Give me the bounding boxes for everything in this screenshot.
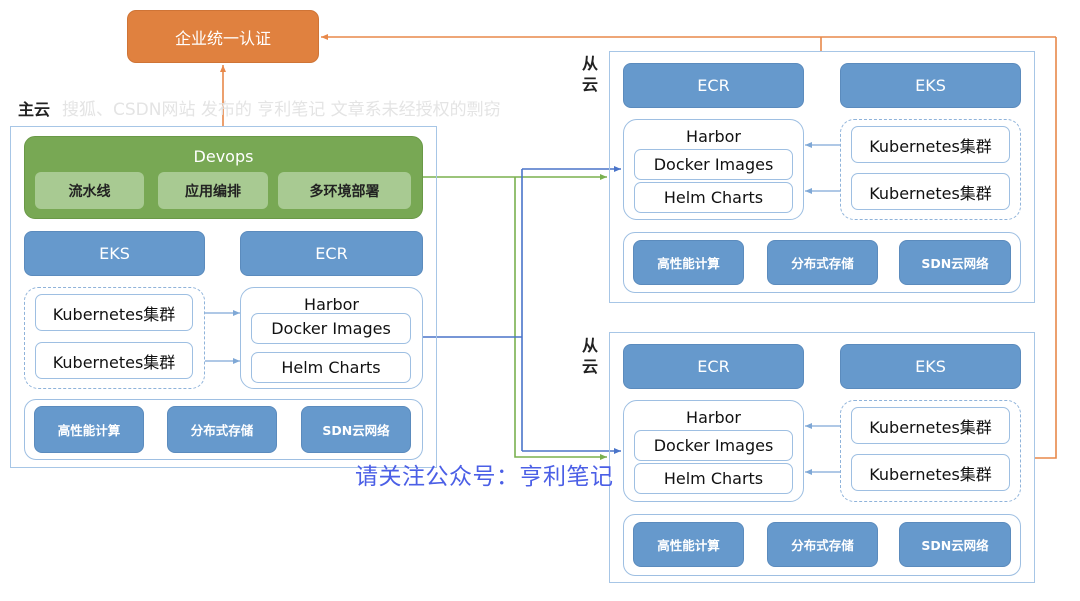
- slave-2-docker-images: Docker Images: [634, 430, 793, 461]
- enterprise-auth-box: 企业统一认证: [127, 10, 319, 63]
- slave-cloud-2-label: 从云: [582, 336, 599, 376]
- slave-2-helm-charts: Helm Charts: [634, 463, 793, 494]
- slave-1-k8s-cluster-2: Kubernetes集群: [851, 173, 1010, 210]
- slave-1-harbor-title: Harbor: [686, 126, 741, 146]
- main-k8s-cluster-2: Kubernetes集群: [35, 342, 193, 379]
- slave-1-eks-box: EKS: [840, 63, 1021, 108]
- main-infra-storage: 分布式存储: [167, 406, 277, 453]
- main-docker-images: Docker Images: [251, 313, 411, 344]
- slave-cloud-2-region: ECR EKS Harbor Docker Images Helm Charts…: [609, 332, 1035, 583]
- slave-2-infra-hpc: 高性能计算: [633, 522, 744, 567]
- blue-watermark: 请关注公众号：亨利笔记: [355, 464, 614, 490]
- main-harbor-title: Harbor: [304, 294, 359, 314]
- slave-1-helm-charts: Helm Charts: [634, 182, 793, 213]
- main-k8s-cluster-1: Kubernetes集群: [35, 294, 193, 331]
- slave-cloud-1-label: 从云: [582, 54, 599, 94]
- slave-1-infra-sdn: SDN云网络: [899, 240, 1011, 285]
- devops-item-orchestration: 应用编排: [158, 172, 268, 209]
- main-ecr-box: ECR: [240, 231, 423, 276]
- enterprise-auth-label: 企业统一认证: [174, 28, 271, 48]
- main-eks-box: EKS: [24, 231, 205, 276]
- main-infra-sdn: SDN云网络: [301, 406, 411, 453]
- devops-link-slave-2: [514, 177, 607, 460]
- slave-cloud-1-region: ECR EKS Harbor Docker Images Helm Charts…: [609, 51, 1035, 303]
- auth-link-slave-2: [1035, 37, 1057, 459]
- slave-1-infra-storage: 分布式存储: [767, 240, 878, 285]
- devops-item-pipeline: 流水线: [35, 172, 144, 209]
- slave-2-eks-box: EKS: [840, 344, 1021, 389]
- slave-2-k8s-cluster-1: Kubernetes集群: [851, 407, 1010, 444]
- slave-1-infra-hpc: 高性能计算: [633, 240, 744, 285]
- slave-2-harbor-title: Harbor: [686, 407, 741, 427]
- devops-title: Devops: [193, 146, 254, 166]
- main-cloud-label: 主云: [18, 100, 51, 119]
- slave-2-infra-storage: 分布式存储: [767, 522, 878, 567]
- devops-item-multi-env-deploy: 多环境部署: [278, 172, 411, 209]
- gray-watermark: 搜狐、CSDN网站 发布的 亨利笔记 文章系未经授权的剽窃: [62, 100, 501, 120]
- slave-2-infra-sdn: SDN云网络: [899, 522, 1011, 567]
- slave-2-k8s-cluster-2: Kubernetes集群: [851, 454, 1010, 491]
- slave-1-k8s-cluster-1: Kubernetes集群: [851, 126, 1010, 163]
- slave-1-ecr-box: ECR: [623, 63, 804, 108]
- slave-2-ecr-box: ECR: [623, 344, 804, 389]
- main-helm-charts: Helm Charts: [251, 352, 411, 383]
- main-infra-hpc: 高性能计算: [34, 406, 144, 453]
- slave-1-docker-images: Docker Images: [634, 149, 793, 180]
